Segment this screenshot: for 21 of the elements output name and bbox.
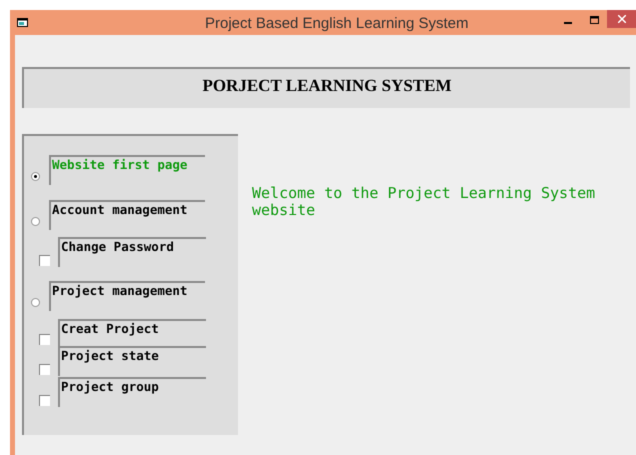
checkbox[interactable]	[39, 334, 50, 345]
radio-button[interactable]	[31, 217, 40, 226]
menu-label[interactable]: Account management	[49, 200, 205, 230]
checkbox[interactable]	[39, 255, 50, 266]
close-button[interactable]	[607, 10, 636, 28]
app-icon	[17, 18, 28, 27]
checkbox[interactable]	[39, 364, 50, 375]
menu-label[interactable]: Change Password	[58, 237, 206, 267]
menu-label[interactable]: Project group	[58, 377, 206, 407]
close-icon	[618, 15, 626, 23]
welcome-message: Welcome to the Project Learning System website	[252, 185, 596, 221]
checkbox[interactable]	[39, 395, 50, 406]
radio-button[interactable]	[31, 298, 40, 307]
menu-label[interactable]: Project management	[49, 281, 205, 311]
minimize-icon[interactable]	[564, 21, 572, 24]
menu-label[interactable]: Creat Project	[58, 319, 206, 346]
menu-label[interactable]: Project state	[58, 346, 206, 376]
radio-button[interactable]	[31, 172, 40, 181]
maximize-icon[interactable]	[590, 16, 599, 24]
window-title: Project Based English Learning System	[205, 14, 468, 34]
header-title: PORJECT LEARNING SYSTEM	[202, 75, 452, 97]
